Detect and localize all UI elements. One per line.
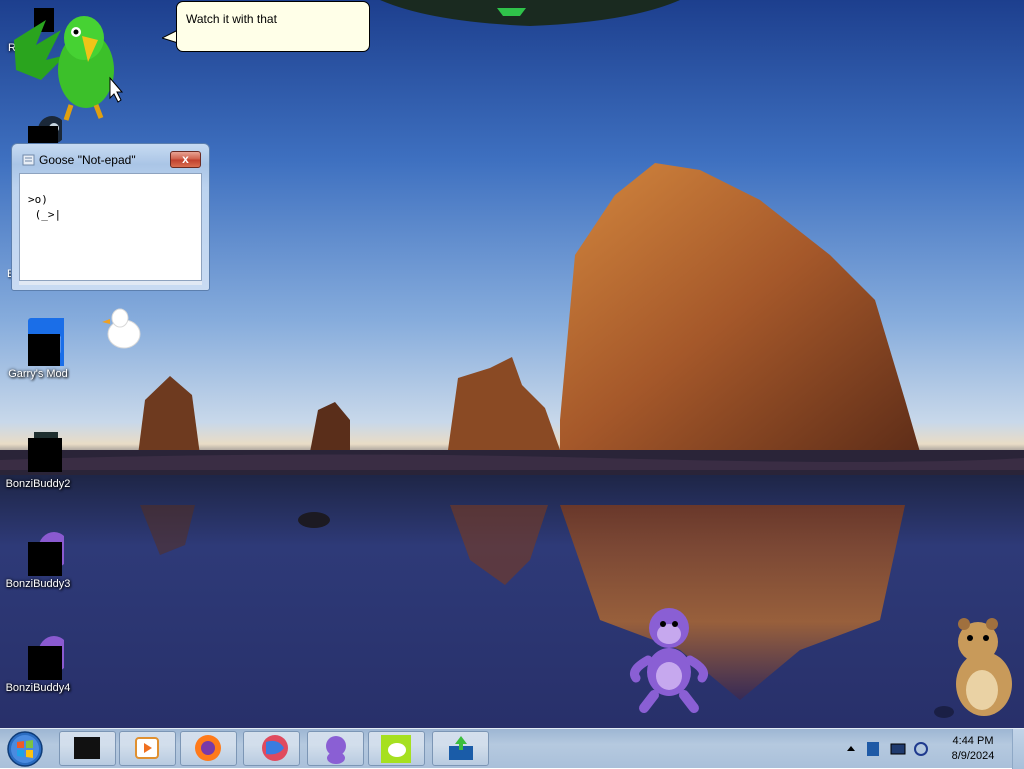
desktop-icon-bonzibuddy2[interactable]: BonziBuddy2: [0, 428, 76, 490]
taskbar-app-terminal[interactable]: [59, 731, 116, 766]
desktop-icon-label: Garry's Mod: [8, 368, 68, 380]
goose-icon: [381, 735, 411, 763]
hamster-character-icon[interactable]: [934, 614, 1018, 720]
taskbar-app-firefox[interactable]: [180, 731, 237, 766]
taskbar: 4:44 PM 8/9/2024: [0, 728, 1024, 769]
garrys-mod-icon: g: [14, 318, 76, 366]
media-player-icon: [135, 737, 159, 759]
taskbar-clock[interactable]: 4:44 PM 8/9/2024: [936, 734, 1010, 764]
terminal-icon: [74, 737, 100, 759]
taskbar-app-media-player[interactable]: [119, 731, 176, 766]
bonzibuddy-icon: [14, 528, 70, 576]
bonzibuddy-icon: [14, 428, 62, 476]
window-status-bar: [19, 281, 202, 285]
close-button[interactable]: x: [170, 151, 201, 168]
system-tray: [847, 742, 928, 756]
clock-time: 4:44 PM: [952, 735, 994, 747]
parrot-character-icon[interactable]: [6, 0, 136, 125]
bonzibuddy-character-icon[interactable]: [626, 600, 712, 716]
desktop-icon-label: BonziBuddy4: [5, 682, 71, 694]
taskbar-app-upload[interactable]: [432, 731, 489, 766]
window-title: Goose "Not-epad": [39, 153, 136, 167]
speech-bubble: Watch it with that: [176, 1, 370, 52]
goose-notepad-window[interactable]: Goose "Not-epad" x >o) (_>|: [11, 143, 210, 291]
start-button[interactable]: [5, 730, 45, 768]
desktop-icon-label: BonziBuddy2: [5, 478, 71, 490]
show-hidden-icons-icon[interactable]: [847, 746, 855, 751]
taskbar-app-bonzibuddy[interactable]: [307, 731, 364, 766]
desktop-goose-icon: [102, 308, 141, 349]
desktop-icon-bonzibuddy4[interactable]: BonziBuddy4: [0, 632, 76, 694]
upload-app-icon: [449, 736, 473, 760]
close-icon: x: [182, 152, 189, 166]
desktop-icon-label: BonziBuddy3: [5, 578, 71, 590]
bonzibuddy-icon: [326, 736, 346, 764]
taskbar-app-goose[interactable]: [368, 731, 425, 766]
notepad-text-area[interactable]: >o) (_>|: [19, 173, 202, 281]
browser-icon: [262, 735, 288, 761]
taskbar-app-browser[interactable]: [243, 731, 300, 766]
clock-date: 8/9/2024: [951, 750, 995, 762]
desktop[interactable]: R E g Garry's Mod BonziBuddy2 BonziBuddy…: [0, 0, 1024, 728]
volume-icon[interactable]: [914, 742, 928, 756]
desktop-icon-bonzibuddy3[interactable]: BonziBuddy3: [0, 528, 76, 590]
bonzibuddy-icon: [14, 632, 70, 680]
desktop-icon-garrys-mod[interactable]: g Garry's Mod: [0, 318, 76, 380]
firefox-icon: [195, 735, 221, 761]
network-icon[interactable]: [890, 743, 906, 755]
show-desktop-button[interactable]: [1012, 729, 1024, 769]
security-icon[interactable]: [867, 742, 879, 756]
wallpaper-image: [0, 0, 1024, 700]
notepad-app-icon: [22, 154, 35, 166]
